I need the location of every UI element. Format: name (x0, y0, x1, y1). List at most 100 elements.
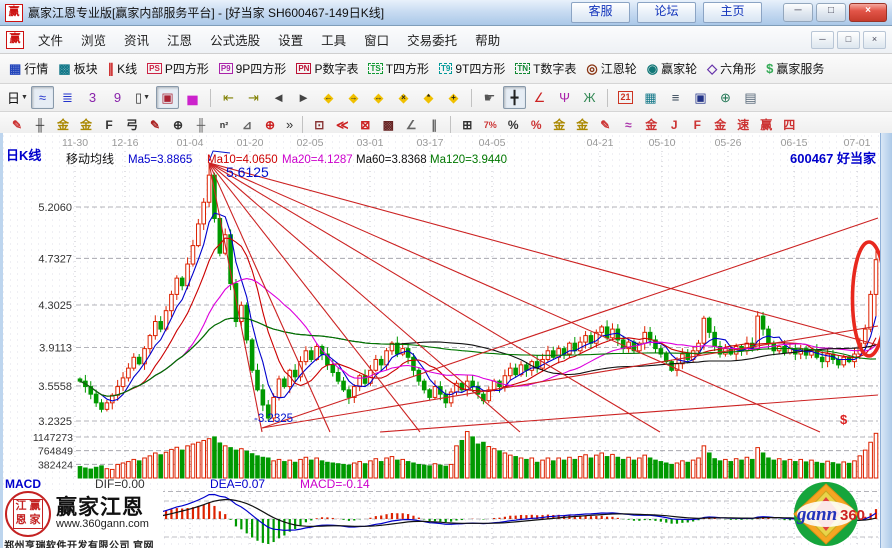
p-number-table-button[interactable]: PNP数字表 (291, 58, 363, 79)
draw-grid2-tool[interactable]: ╫ (190, 114, 212, 135)
menu-item-资讯[interactable]: 资讯 (115, 26, 158, 53)
more-tools-button[interactable]: » (282, 117, 297, 132)
draw-win-line-tool[interactable]: 赢 (755, 114, 777, 135)
network-icon[interactable]: ⊕ (714, 86, 737, 109)
bars-3min-icon[interactable]: 3 (81, 86, 104, 109)
calendar-icon[interactable]: 21 (614, 86, 637, 109)
draw-percent-tool[interactable]: % (502, 114, 524, 135)
candle-style-selector-glyph: ▯ (135, 90, 142, 106)
9t-square-button[interactable]: T99T四方形 (434, 58, 510, 79)
gann-wheel-button[interactable]: ◎江恩轮 (581, 58, 641, 79)
menu-item-窗口[interactable]: 窗口 (355, 26, 398, 53)
draw-gold-angle-tool[interactable]: 金 (640, 114, 662, 135)
gann-diamond-cross-button[interactable]: ◆× (392, 86, 415, 109)
nav-next-button-glyph: ► (297, 90, 310, 105)
mdi-close-button[interactable]: × (863, 31, 886, 49)
draw-target-tool[interactable]: ⊕ (259, 114, 281, 135)
nav-prev-button[interactable]: ◄ (267, 86, 290, 109)
draw-bow-tool[interactable]: 弓 (121, 114, 143, 135)
calculator-icon[interactable]: ▦ (639, 86, 662, 109)
draw-flag-tool[interactable]: ⊿ (236, 114, 258, 135)
quotes-button[interactable]: ▦行情 (4, 58, 53, 79)
gann-diamond-right-button[interactable]: ◆→ (342, 86, 365, 109)
draw-gold-line-tool[interactable]: 金 (571, 114, 593, 135)
draw-multi-line-tool[interactable]: ∥ (423, 114, 445, 135)
f10-info-icon[interactable]: ≣ (56, 86, 79, 109)
menu-item-公式选股[interactable]: 公式选股 (201, 26, 269, 53)
forum-button[interactable]: 论坛 (637, 2, 696, 23)
winner-service-button[interactable]: $赢家服务 (761, 58, 829, 79)
draw-brush-tool[interactable]: ✎ (144, 114, 166, 135)
hand-pan-tool[interactable]: ☛ (478, 86, 501, 109)
menu-item-浏览[interactable]: 浏览 (72, 26, 115, 53)
p-square-button-label: P四方形 (165, 60, 209, 77)
draw-gold-circle-tool[interactable]: 金 (548, 114, 570, 135)
restore-button[interactable]: □ (816, 3, 846, 22)
angle-measure-tool[interactable]: ∠ (528, 86, 551, 109)
customer-service-button[interactable]: 客服 (571, 2, 630, 23)
crosshair-tool[interactable]: ╋ (503, 86, 526, 109)
bars-9min-icon[interactable]: 9 (106, 86, 129, 109)
draw-pen-tool[interactable]: ✎ (6, 114, 28, 135)
t-number-table-button[interactable]: TNT数字表 (510, 58, 581, 79)
save-icon[interactable]: ▣ (689, 86, 712, 109)
draw-f-line-tool[interactable]: F (686, 114, 708, 135)
gann-diamond-star-button[interactable]: ◆* (417, 86, 440, 109)
nav-next-button[interactable]: ► (292, 86, 315, 109)
draw-frame-tool[interactable]: ⊡ (308, 114, 330, 135)
draw-gold-grid2-tool[interactable]: 金 (75, 114, 97, 135)
draw-dense-box-tool[interactable]: ▩ (377, 114, 399, 135)
kline-period-selector[interactable]: 日▼ (6, 86, 29, 109)
draw-angle-line-tool[interactable]: ∠ (400, 114, 422, 135)
homepage-button[interactable]: 主页 (703, 2, 762, 23)
draw-ratio-grid-tool[interactable]: ⊞ (456, 114, 478, 135)
nav-first-button[interactable]: ⇤ (217, 86, 240, 109)
menu-item-江恩[interactable]: 江恩 (158, 26, 201, 53)
gann-diamond-both-button[interactable]: ◆↔ (367, 86, 390, 109)
gann-diamond-left-button[interactable]: ◆← (317, 86, 340, 109)
draw-gold2-line-tool[interactable]: 金 (709, 114, 731, 135)
p-square-button[interactable]: PSP四方形 (142, 58, 214, 79)
nav-last-button[interactable]: ⇥ (242, 86, 265, 109)
draw-gold-grid-tool[interactable]: 金 (52, 114, 74, 135)
menu-item-工具[interactable]: 工具 (312, 26, 355, 53)
candle-style-selector[interactable]: ▯▼ (131, 86, 154, 109)
9p-square-button[interactable]: P99P四方形 (214, 58, 291, 79)
kline-button[interactable]: ∥K线 (103, 58, 143, 79)
draw-circle-grid-tool[interactable]: ⊕ (167, 114, 189, 135)
draw-fan-tool[interactable]: ≪ (331, 114, 353, 135)
draw-brush2-tool[interactable]: ✎ (594, 114, 616, 135)
gann-shape-tool[interactable]: Ψ (553, 86, 576, 109)
kline-chart-canvas[interactable]: 5.20604.73274.30253.91133.55583.232511-3… (0, 133, 880, 548)
computer-icon[interactable]: ▤ (739, 86, 762, 109)
menu-item-设置[interactable]: 设置 (269, 26, 312, 53)
draw-j-line-tool[interactable]: J (663, 114, 685, 135)
gann-diamond-plus-button[interactable]: ◆+ (442, 86, 465, 109)
draw-percent-retrace-tool[interactable]: 7% (479, 114, 501, 135)
winner-wheel-button[interactable]: ◉赢家轮 (642, 58, 702, 79)
menu-item-帮助[interactable]: 帮助 (466, 26, 509, 53)
mdi-restore-button[interactable]: □ (837, 31, 860, 49)
notepad-icon[interactable]: ≡ (664, 86, 687, 109)
minimize-button[interactable]: ─ (783, 3, 813, 22)
chip-distribution-icon[interactable]: ▣ (156, 86, 179, 109)
pattern-tool[interactable]: Ж (578, 86, 601, 109)
draw-n2-tool[interactable]: n² (213, 114, 235, 135)
draw-speed-line-tool[interactable]: 速 (732, 114, 754, 135)
t-square-button[interactable]: TST四方形 (363, 58, 434, 79)
menu-item-文件[interactable]: 文件 (29, 26, 72, 53)
mdi-minimize-button[interactable]: ─ (811, 31, 834, 49)
draw-wave-tool[interactable]: ≈ (617, 114, 639, 135)
draw-four-line-tool-glyph: 四 (783, 116, 795, 133)
sectors-button[interactable]: ▩板块 (53, 58, 102, 79)
draw-grid-tool[interactable]: ╫ (29, 114, 51, 135)
menu-item-交易委托[interactable]: 交易委托 (398, 26, 466, 53)
draw-fan-box-tool[interactable]: ⊠ (354, 114, 376, 135)
hexagon-button[interactable]: ◇六角形 (702, 58, 761, 79)
color-histogram-icon[interactable]: ▅ (181, 86, 204, 109)
draw-percent-line-tool[interactable]: % (525, 114, 547, 135)
draw-four-line-tool[interactable]: 四 (778, 114, 800, 135)
timeshare-chart-icon[interactable]: ≈ (31, 86, 54, 109)
draw-f-grid-tool[interactable]: F (98, 114, 120, 135)
close-button[interactable]: × (849, 3, 887, 22)
